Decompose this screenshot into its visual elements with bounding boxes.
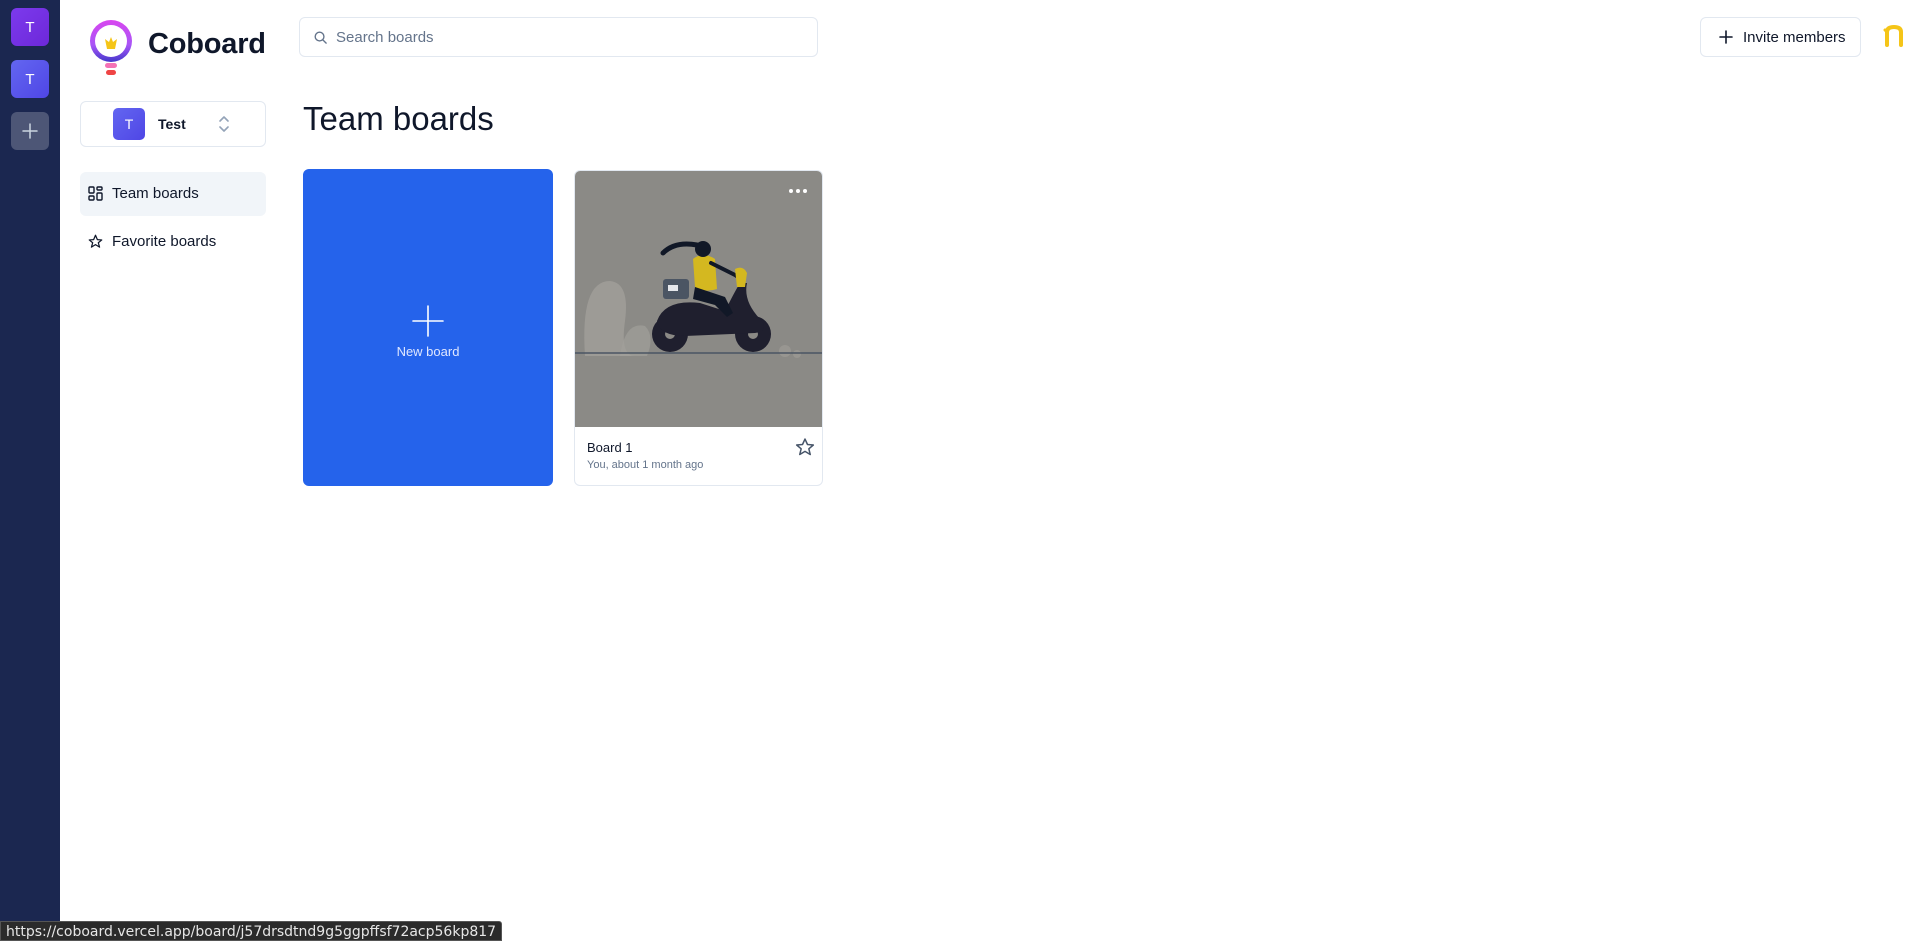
invite-members-button[interactable]: Invite members [1700,17,1861,57]
search-input[interactable] [336,18,806,56]
sidebar-item-label: Favorite boards [112,233,217,250]
new-board-label: New board [396,344,460,359]
star-icon[interactable] [795,437,815,457]
create-org-button[interactable] [11,112,49,150]
invite-members-label: Invite members [1743,29,1846,46]
org-initial: T [25,70,35,88]
org-switcher[interactable]: T Test [80,101,266,147]
star-icon [88,234,103,248]
search-box [299,17,818,57]
sidebar-item-team-boards[interactable]: Team boards [80,172,266,216]
new-board-button[interactable]: New board [303,169,553,486]
scooter-rider-illustration [575,241,822,358]
search-icon [314,31,327,44]
org-button-1[interactable]: T [11,8,49,46]
org-initial: T [25,18,35,36]
org-avatar: T [113,108,145,140]
org-rail: T T [0,0,60,941]
board-more-button[interactable] [783,181,813,201]
plus-icon [412,305,444,337]
more-horizontal-icon [789,189,807,193]
board-thumbnail [575,171,822,427]
user-avatar[interactable] [1878,20,1910,52]
page-title: Team boards [303,100,494,137]
org-name: Test [158,116,186,132]
board-card[interactable]: Board 1 You, about 1 month ago [574,170,823,486]
app-logo[interactable] [87,17,135,77]
sidebar-item-favorite-boards[interactable]: Favorite boards [80,220,266,264]
status-bar-url: https://coboard.vercel.app/board/j57drsd… [0,921,503,941]
user-avatar-icon [1883,24,1903,47]
grid-icon [88,186,103,201]
sidebar-item-label: Team boards [112,185,199,202]
org-button-2[interactable]: T [11,60,49,98]
plus-icon [1719,30,1733,44]
board-meta: You, about 1 month ago [587,459,704,471]
lightbulb-logo-icon [90,20,132,75]
board-title: Board 1 [587,440,633,455]
plus-icon [22,123,38,139]
chevrons-up-down-icon [219,116,229,132]
app-name: Coboard [148,28,266,60]
